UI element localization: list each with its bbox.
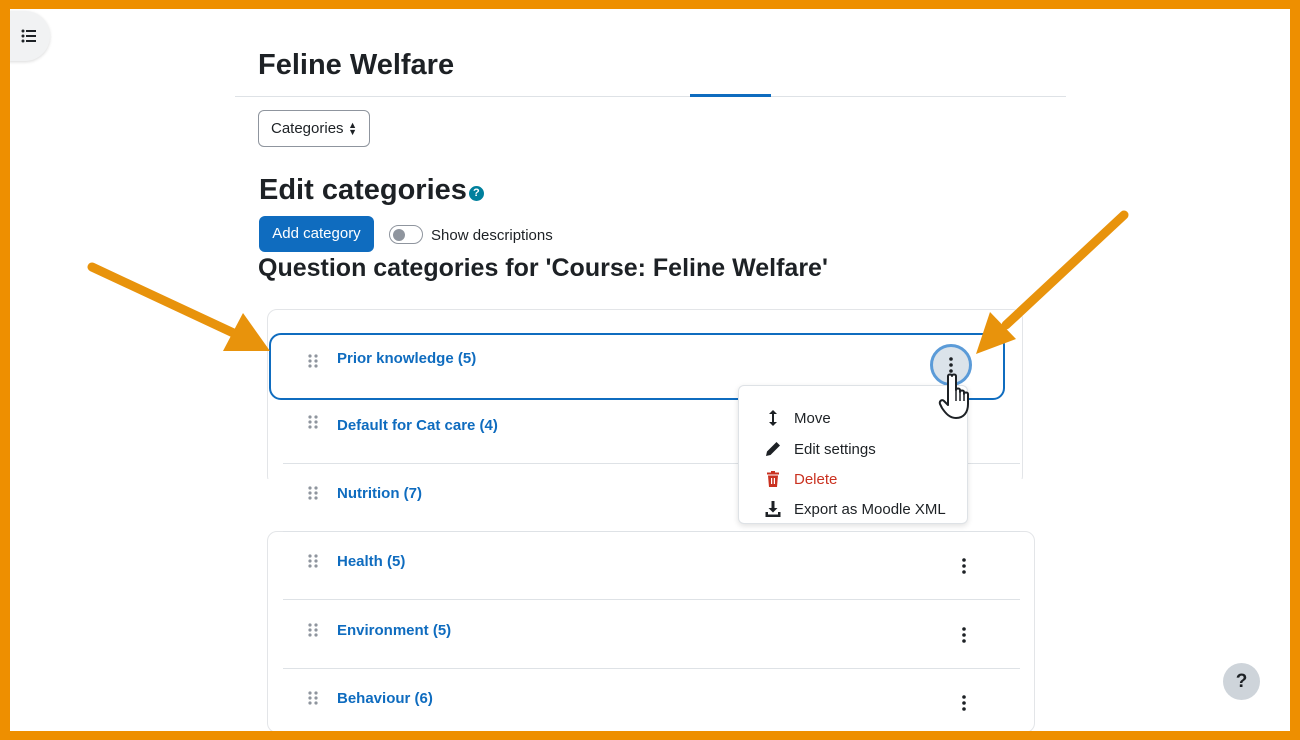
category-link[interactable]: Behaviour (6) [337, 690, 433, 707]
select-value: Categories [271, 120, 344, 137]
menu-item-label: Edit settings [794, 441, 876, 458]
category-link[interactable]: Health (5) [337, 553, 405, 570]
download-icon [765, 501, 781, 517]
menu-item-label: Delete [794, 471, 838, 488]
secondary-nav-divider [235, 96, 1066, 97]
more-actions-icon[interactable] [960, 695, 968, 711]
category-actions-menu: Move Edit settings Delete Export as Mood… [738, 385, 968, 524]
annotation-arrow-left [87, 262, 270, 351]
drag-handle-icon[interactable] [307, 554, 319, 568]
page-title: Feline Welfare [258, 49, 455, 81]
edit-heading-text: Edit categories [259, 174, 467, 206]
edit-categories-heading: Edit categories? [259, 174, 484, 207]
question-bank-select[interactable]: Categories ▲ ▼ [258, 110, 370, 147]
secondary-nav-active-indicator [690, 94, 771, 97]
category-row[interactable]: Environment (5) [283, 601, 1020, 669]
trash-icon [767, 471, 779, 487]
menu-item-label: Export as Moodle XML [794, 501, 946, 518]
drag-handle-icon[interactable] [307, 691, 319, 705]
course-index-toggle[interactable] [10, 11, 50, 61]
menu-item-edit-settings[interactable]: Edit settings [739, 435, 967, 463]
menu-item-delete[interactable]: Delete [739, 465, 967, 493]
category-link[interactable]: Environment (5) [337, 622, 451, 639]
category-row[interactable]: Health (5) [283, 532, 1020, 600]
drag-handle-icon[interactable] [307, 415, 319, 429]
show-descriptions-label: Show descriptions [431, 227, 553, 244]
list-icon [21, 29, 36, 43]
move-vertical-icon [769, 410, 777, 426]
drag-handle-icon[interactable] [307, 623, 319, 637]
menu-item-export-xml[interactable]: Export as Moodle XML [739, 495, 967, 523]
drag-handle-icon[interactable] [307, 354, 319, 368]
category-link[interactable]: Default for Cat care (4) [337, 417, 498, 434]
help-icon[interactable]: ? [468, 186, 484, 201]
category-link[interactable]: Nutrition (7) [337, 485, 422, 502]
more-actions-icon[interactable] [960, 558, 968, 574]
question-categories-heading: Question categories for 'Course: Feline … [258, 254, 828, 282]
menu-item-move[interactable]: Move [739, 404, 967, 432]
show-descriptions-toggle[interactable] [389, 225, 423, 244]
drag-handle-icon[interactable] [307, 486, 319, 500]
category-link[interactable]: Prior knowledge (5) [337, 350, 476, 367]
pencil-icon [766, 442, 780, 456]
menu-item-label: Move [794, 410, 831, 427]
add-category-button[interactable]: Add category [259, 216, 374, 252]
more-actions-button-active[interactable] [930, 344, 972, 386]
more-actions-icon [949, 357, 953, 373]
sort-caret-icon: ▲ ▼ [348, 120, 357, 137]
more-actions-icon[interactable] [960, 627, 968, 643]
toggle-knob [393, 229, 405, 241]
moodle-page: Feline Welfare Categories ▲ ▼ Edit catego… [10, 9, 1290, 731]
category-row[interactable]: Behaviour (6) [283, 669, 1020, 731]
footer-help-button[interactable]: ? [1223, 663, 1260, 700]
